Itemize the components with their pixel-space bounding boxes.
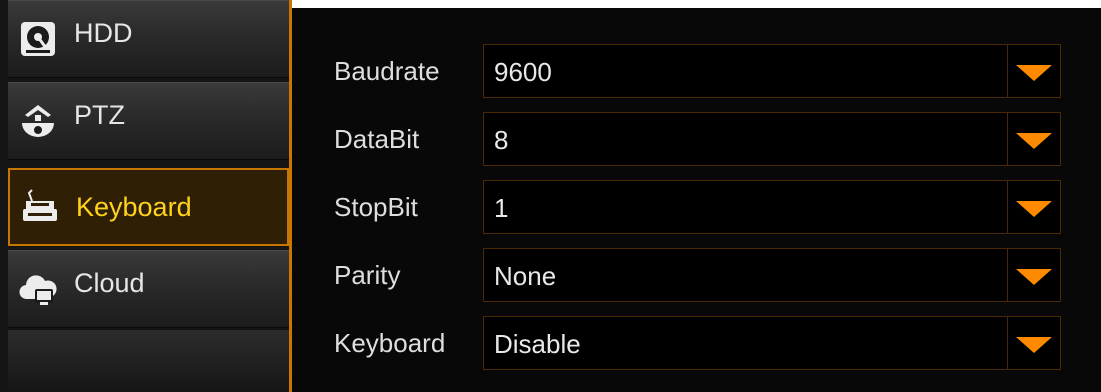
keyboard-icon bbox=[20, 187, 60, 227]
sidebar-item-label: HDD bbox=[74, 17, 133, 48]
baudrate-row: Baudrate 9600 bbox=[292, 44, 1101, 100]
keyboard-settings-panel: Baudrate 9600 DataBit 8 StopBit 1 Parity bbox=[292, 8, 1101, 392]
dropdown-arrow-icon bbox=[1016, 65, 1052, 81]
sidebar-item-keyboard[interactable]: Keyboard bbox=[8, 168, 289, 246]
cloud-icon bbox=[18, 269, 58, 309]
parity-label: Parity bbox=[334, 260, 401, 290]
baudrate-select[interactable]: 9600 bbox=[483, 44, 1061, 98]
stopbit-value: 1 bbox=[494, 193, 509, 223]
keyboard-dropdown-button[interactable] bbox=[1007, 317, 1060, 369]
parity-select[interactable]: None bbox=[483, 248, 1061, 302]
parity-value: None bbox=[494, 261, 557, 291]
stopbit-select[interactable]: 1 bbox=[483, 180, 1061, 234]
databit-row: DataBit 8 bbox=[292, 112, 1101, 168]
dropdown-arrow-icon bbox=[1016, 201, 1052, 217]
keyboard-label: Keyboard bbox=[334, 328, 446, 358]
databit-select[interactable]: 8 bbox=[483, 112, 1061, 166]
parity-row: Parity None bbox=[292, 248, 1101, 304]
hdd-icon bbox=[18, 19, 58, 59]
baudrate-value: 9600 bbox=[494, 57, 552, 87]
databit-dropdown-button[interactable] bbox=[1007, 113, 1060, 165]
settings-sidebar: HDD PTZ Keyboard Cloud bbox=[0, 0, 291, 392]
sidebar-item-label: PTZ bbox=[74, 99, 125, 130]
parity-dropdown-button[interactable] bbox=[1007, 249, 1060, 301]
stopbit-label: StopBit bbox=[334, 192, 418, 222]
sidebar-empty-slot bbox=[8, 330, 289, 392]
ptz-camera-icon bbox=[18, 101, 58, 141]
keyboard-value: Disable bbox=[494, 329, 581, 359]
dropdown-arrow-icon bbox=[1016, 133, 1052, 149]
databit-label: DataBit bbox=[334, 124, 420, 154]
stopbit-row: StopBit 1 bbox=[292, 180, 1101, 236]
sidebar-item-ptz[interactable]: PTZ bbox=[8, 82, 289, 160]
dropdown-arrow-icon bbox=[1016, 337, 1052, 353]
sidebar-item-label: Keyboard bbox=[76, 191, 192, 222]
databit-value: 8 bbox=[494, 125, 509, 155]
stopbit-dropdown-button[interactable] bbox=[1007, 181, 1060, 233]
keyboard-select[interactable]: Disable bbox=[483, 316, 1061, 370]
sidebar-item-hdd[interactable]: HDD bbox=[8, 0, 289, 78]
keyboard-row: Keyboard Disable bbox=[292, 316, 1101, 372]
sidebar-item-label: Cloud bbox=[74, 267, 145, 298]
baudrate-dropdown-button[interactable] bbox=[1007, 45, 1060, 97]
baudrate-label: Baudrate bbox=[334, 56, 440, 86]
sidebar-item-cloud[interactable]: Cloud bbox=[8, 250, 289, 328]
dropdown-arrow-icon bbox=[1016, 269, 1052, 285]
top-border bbox=[292, 0, 1101, 8]
